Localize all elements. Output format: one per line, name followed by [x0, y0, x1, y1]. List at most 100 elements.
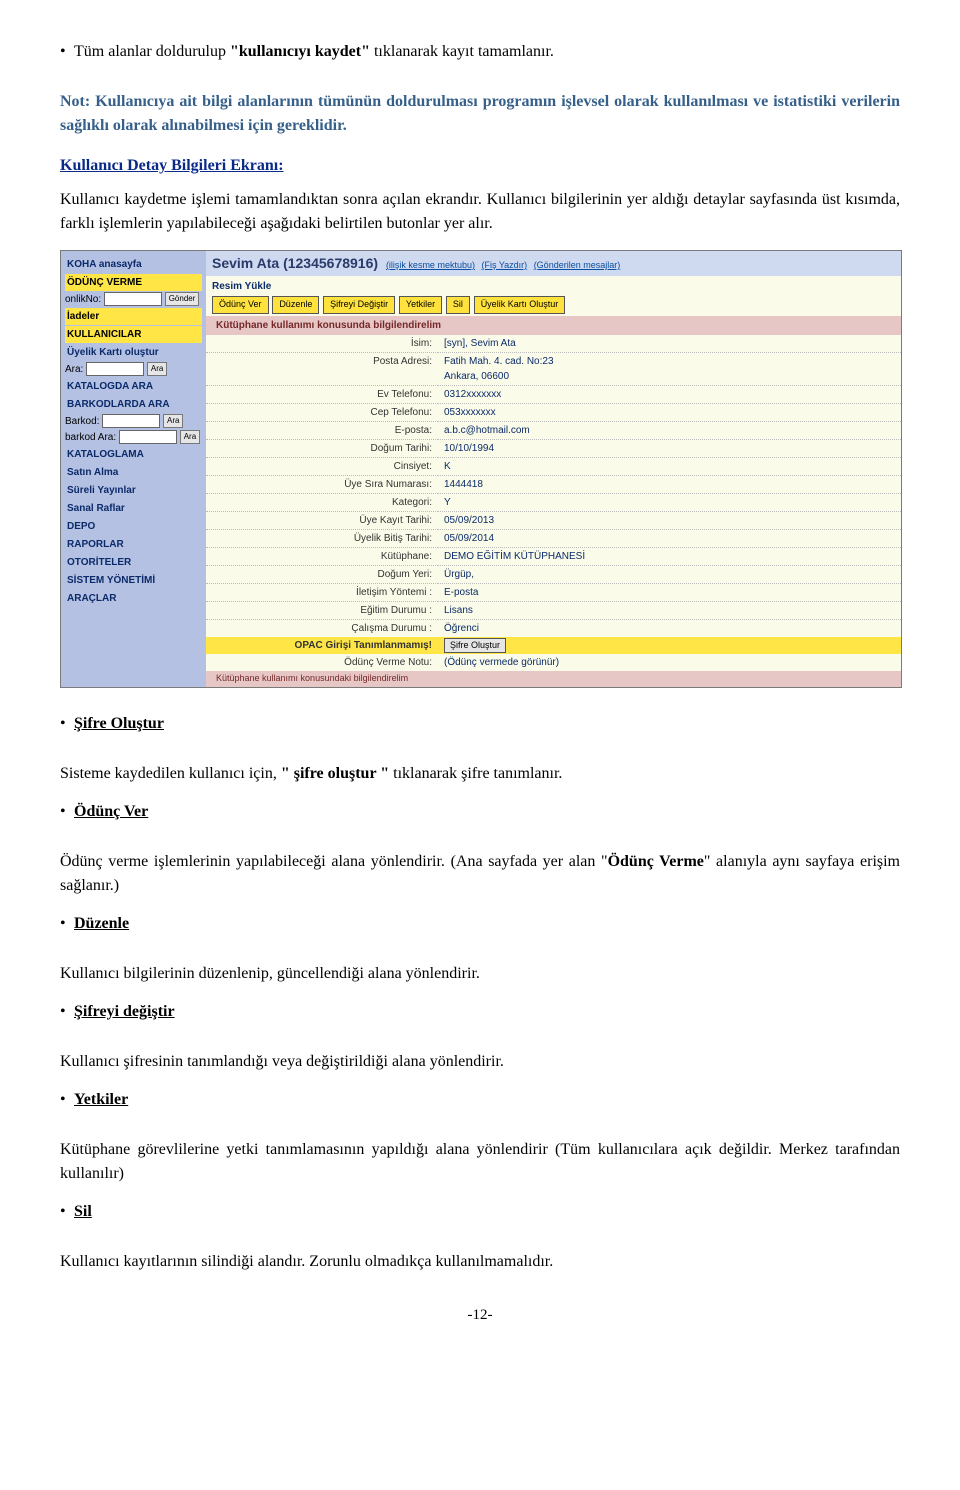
link-sent-messages[interactable]: (Gönderilen mesajlar): [534, 260, 621, 270]
sidebar-membership[interactable]: Üyelik Kartı oluştur: [65, 344, 202, 361]
user-name-id: Sevim Ata (12345678916): [212, 255, 378, 271]
info-value: [syn], Sevim Ata: [438, 335, 901, 353]
btn-change-password[interactable]: Şifreyi Değiştir: [323, 296, 395, 314]
bullet-sifreyi: Şifreyi değiştir: [60, 1000, 900, 1038]
description-paragraph: Kullanıcı kaydetme işlemi tamamlandıktan…: [60, 188, 900, 236]
sidebar-barcode-row: Barkod: Ara: [65, 414, 202, 429]
link-print-receipt[interactable]: (Fiş Yazdır): [481, 260, 527, 270]
ara-button[interactable]: Ara: [147, 362, 167, 376]
sidebar: KOHA anasayfa ÖDÜNÇ VERME onlikNo: Gönde…: [61, 251, 206, 687]
btn-edit[interactable]: Düzenle: [272, 296, 319, 314]
bullet-dot: [60, 40, 74, 78]
intro-bold: "kullanıcıyı kaydet": [230, 43, 374, 60]
info-value: E-posta: [438, 583, 901, 601]
heading-sil: Sil: [74, 1200, 92, 1224]
bullet-sil: Sil: [60, 1200, 900, 1238]
info-value: 1444418: [438, 475, 901, 493]
info-value: 10/10/1994: [438, 439, 901, 457]
sidebar-depo[interactable]: DEPO: [65, 518, 202, 535]
sidebar-barcode-label: Barkod:: [65, 416, 99, 427]
sidebar-users[interactable]: KULLANICILAR: [65, 326, 202, 343]
heading-duzenle: Düzenle: [74, 912, 129, 936]
barcode-search-input[interactable]: [119, 430, 177, 444]
info-value: 05/09/2013: [438, 511, 901, 529]
upload-image-link[interactable]: Resim Yükle: [212, 279, 895, 294]
bullet-odunc-ver: Ödünç Ver: [60, 800, 900, 838]
page-number: -12-: [60, 1304, 900, 1327]
intro-suffix: tıklanarak kayıt tamamlanır.: [374, 43, 554, 60]
sidebar-catalog-search[interactable]: KATALOGDA ARA: [65, 378, 202, 395]
app-screenshot: KOHA anasayfa ÖDÜNÇ VERME onlikNo: Gönde…: [60, 250, 902, 688]
sidebar-koha[interactable]: KOHA anasayfa: [65, 256, 202, 273]
info-value: 05/09/2014: [438, 529, 901, 547]
heading-sifreyi: Şifreyi değiştir: [74, 1000, 175, 1024]
intro-prefix: Tüm alanlar doldurulup: [74, 43, 230, 60]
opac-create-password-btn[interactable]: Şifre Oluştur: [444, 638, 506, 654]
gonder-button[interactable]: Gönder: [165, 292, 200, 306]
lending-note-label: Ödünç Verme Notu:: [206, 654, 438, 671]
bullet-duzenle: Düzenle: [60, 912, 900, 950]
sidebar-returns[interactable]: İadeler: [65, 308, 202, 325]
sidebar-serials[interactable]: Süreli Yayınlar: [65, 482, 202, 499]
heading-odunc: Ödünç Ver: [74, 800, 148, 824]
bullet-dot: [60, 1000, 74, 1038]
info-value: Ürgüp,: [438, 565, 901, 583]
heading-sifre: Şifre Oluştur: [74, 712, 164, 736]
info-label: Üye Sıra Numarası:: [206, 475, 438, 493]
para-sil: Kullanıcı kayıtlarının silindiği alandır…: [60, 1250, 900, 1274]
info-label: Çalışma Durumu :: [206, 619, 438, 637]
info-label: Üye Kayıt Tarihi:: [206, 511, 438, 529]
search-input[interactable]: [86, 362, 144, 376]
barcode-input[interactable]: [102, 414, 160, 428]
sidebar-virtual-shelves[interactable]: Sanal Raflar: [65, 500, 202, 517]
info-label: Kütüphane:: [206, 547, 438, 565]
sidebar-purchase[interactable]: Satın Alma: [65, 464, 202, 481]
opac-table: OPAC Girişi Tanımlanmamış! Şifre Oluştur…: [206, 637, 901, 672]
info-label: Kategori:: [206, 493, 438, 511]
onlik-no-input[interactable]: [104, 292, 162, 306]
sidebar-cataloging[interactable]: KATALOGLAMA: [65, 446, 202, 463]
info-label: İsim:: [206, 335, 438, 353]
para-sifreyi: Kullanıcı şifresinin tanımlandığı veya d…: [60, 1050, 900, 1074]
info-label: Doğum Tarihi:: [206, 439, 438, 457]
btn-lend[interactable]: Ödünç Ver: [212, 296, 269, 314]
sidebar-barcode-search-row: barkod Ara: Ara: [65, 430, 202, 445]
info-value: 0312xxxxxxx: [438, 385, 901, 403]
opac-label: OPAC Girişi Tanımlanmamış!: [206, 637, 438, 655]
btn-permissions[interactable]: Yetkiler: [399, 296, 442, 314]
ara-button-3[interactable]: Ara: [180, 430, 200, 444]
note-paragraph: Not: Kullanıcıya ait bilgi alanlarının t…: [60, 90, 900, 138]
sidebar-barcode-search[interactable]: BARKODLARDA ARA: [65, 396, 202, 413]
btn-create-card[interactable]: Üyelik Kartı Oluştur: [474, 296, 566, 314]
sidebar-reports[interactable]: RAPORLAR: [65, 536, 202, 553]
user-info-table: İsim:[syn], Sevim AtaPosta Adresi:Fatih …: [206, 335, 901, 637]
para-duzenle: Kullanıcı bilgilerinin düzenlenip, günce…: [60, 962, 900, 986]
link-dismissal-letter[interactable]: (ilişik kesme mektubu): [386, 260, 475, 270]
action-row: Resim Yükle Ödünç Ver Düzenle Şifreyi De…: [206, 276, 901, 316]
info-value: Y: [438, 493, 901, 511]
info-value: Fatih Mah. 4. cad. No:23 Ankara, 06600: [438, 352, 901, 385]
ara-button-2[interactable]: Ara: [163, 414, 183, 428]
sidebar-search-label: Ara:: [65, 364, 83, 375]
sidebar-tools[interactable]: ARAÇLAR: [65, 590, 202, 607]
info-label: Eğitim Durumu :: [206, 601, 438, 619]
btn-delete[interactable]: Sil: [446, 296, 470, 314]
foot-notice: Kütüphane kullanımı konusundaki bilgilen…: [206, 671, 901, 687]
info-label: Cep Telefonu:: [206, 403, 438, 421]
sidebar-authorities[interactable]: OTORİTELER: [65, 554, 202, 571]
heading-yetkiler: Yetkiler: [74, 1088, 128, 1112]
info-label: Ev Telefonu:: [206, 385, 438, 403]
sidebar-onlikno-row: onlikNo: Gönder: [65, 292, 202, 307]
info-value: 053xxxxxxx: [438, 403, 901, 421]
header-links: (ilişik kesme mektubu) (Fiş Yazdır) (Gön…: [382, 260, 620, 270]
bullet-dot: [60, 1200, 74, 1238]
bullet-dot: [60, 1088, 74, 1126]
lending-note-val: (Ödünç vermede görünür): [438, 654, 901, 671]
section-heading-link: Kullanıcı Detay Bilgileri Ekranı:: [60, 154, 900, 178]
sidebar-system[interactable]: SİSTEM YÖNETİMİ: [65, 572, 202, 589]
sidebar-lending[interactable]: ÖDÜNÇ VERME: [65, 274, 202, 291]
info-label: Doğum Yeri:: [206, 565, 438, 583]
detail-panel: Sevim Ata (12345678916) (ilişik kesme me…: [206, 251, 901, 687]
info-value: a.b.c@hotmail.com: [438, 421, 901, 439]
bullet-dot: [60, 912, 74, 950]
